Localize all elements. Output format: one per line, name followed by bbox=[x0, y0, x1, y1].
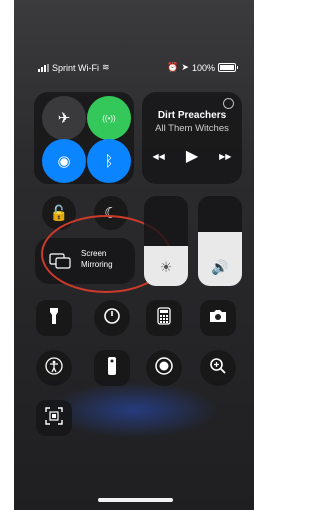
control-center: Sprint Wi-Fi ≋ ⏰ ➤ 100% ✈ ((•)) ◉ ᛒ Dirt… bbox=[14, 0, 254, 510]
wifi-button[interactable]: ◉ bbox=[42, 139, 86, 183]
screen-recording-icon bbox=[155, 357, 173, 379]
status-bar: Sprint Wi-Fi ≋ ⏰ ➤ 100% bbox=[14, 62, 254, 76]
volume-slider[interactable]: 🔊 bbox=[198, 196, 242, 286]
timer-button[interactable] bbox=[94, 300, 130, 336]
next-track-button[interactable]: ▶▶ bbox=[219, 152, 231, 161]
song-title: Dirt Preachers bbox=[157, 110, 227, 121]
apple-tv-remote-icon bbox=[107, 356, 117, 381]
brightness-slider[interactable]: ☀ bbox=[144, 196, 188, 286]
location-icon: ➤ bbox=[181, 62, 189, 72]
wifi-icon: ≋ bbox=[102, 62, 110, 72]
apple-tv-remote-button[interactable] bbox=[94, 350, 130, 386]
battery-icon bbox=[218, 63, 238, 72]
previous-track-button[interactable]: ◀◀ bbox=[153, 152, 165, 161]
qr-code-scanner-icon bbox=[45, 406, 63, 430]
play-button[interactable]: ▶ bbox=[186, 146, 198, 166]
airplay-icon[interactable] bbox=[223, 98, 234, 109]
airplane-icon: ✈ bbox=[57, 110, 71, 127]
camera-button[interactable] bbox=[200, 300, 236, 336]
carrier-label: Sprint Wi-Fi bbox=[52, 62, 99, 73]
calculator-button[interactable] bbox=[146, 300, 182, 336]
airplane-mode-button[interactable]: ✈ bbox=[42, 96, 86, 140]
connectivity-panel: ✈ ((•)) ◉ ᛒ bbox=[34, 92, 134, 184]
accessibility-button[interactable] bbox=[36, 350, 72, 386]
sun-icon: ☀ bbox=[159, 259, 173, 275]
timer-icon bbox=[103, 307, 121, 329]
bluetooth-button[interactable]: ᛒ bbox=[87, 139, 131, 183]
magnifier-icon bbox=[209, 357, 227, 379]
home-indicator[interactable] bbox=[98, 498, 173, 502]
speaker-icon: 🔊 bbox=[211, 259, 229, 275]
cellular-data-button[interactable]: ((•)) bbox=[87, 96, 131, 140]
magnifier-button[interactable] bbox=[200, 350, 236, 386]
camera-icon bbox=[208, 308, 228, 329]
rotation-lock-icon: 🔓 bbox=[49, 205, 69, 222]
flashlight-button[interactable] bbox=[36, 300, 72, 336]
battery-percent: 100% bbox=[191, 62, 215, 73]
signal-icon bbox=[38, 63, 49, 72]
accessibility-icon bbox=[45, 357, 63, 379]
calculator-icon bbox=[157, 306, 171, 330]
qr-code-scanner-button[interactable] bbox=[36, 400, 72, 436]
bluetooth-icon: ᛒ bbox=[104, 152, 114, 170]
media-player[interactable]: Dirt Preachers All Them Witches ◀◀ ▶ ▶▶ bbox=[142, 92, 242, 184]
flashlight-icon bbox=[49, 307, 59, 330]
alarm-icon: ⏰ bbox=[167, 62, 179, 72]
cellular-data-icon: ((•)) bbox=[102, 113, 116, 123]
screen-recording-button[interactable] bbox=[146, 350, 182, 386]
song-artist: All Them Witches bbox=[155, 123, 229, 134]
wifi-toggle-icon: ◉ bbox=[57, 153, 71, 170]
